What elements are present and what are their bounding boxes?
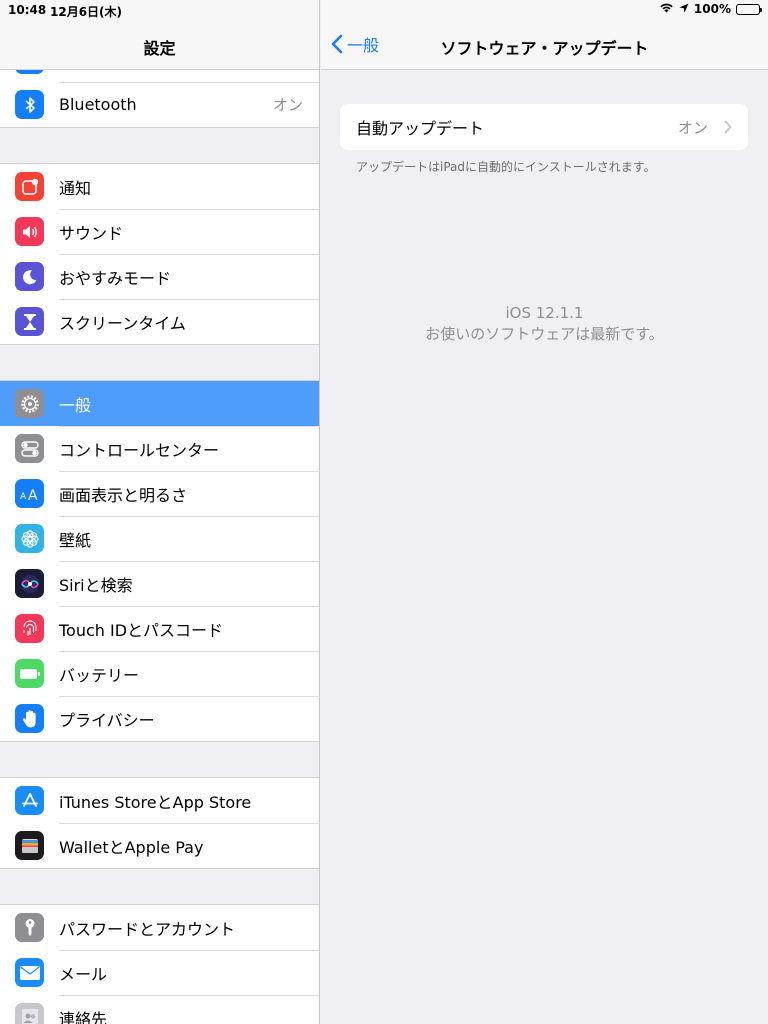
sidebar-item-label: Siriと検索	[59, 575, 133, 595]
battery-percent: 100%	[693, 2, 731, 16]
battery-indicator-icon	[736, 3, 762, 15]
sidebar-item-privacy[interactable]: プライバシー	[0, 696, 319, 741]
svg-text:A: A	[28, 488, 38, 502]
status-time: 10:48	[8, 3, 47, 17]
key-icon	[15, 913, 44, 942]
version-info: iOS 12.1.1 お使いのソフトウェアは最新です。	[321, 303, 768, 345]
chevron-right-icon	[724, 120, 732, 134]
sidebar-item-label: 連絡先	[59, 1009, 108, 1024]
sidebar-item-label: WalletとApple Pay	[59, 837, 204, 857]
ios-version: iOS 12.1.1	[505, 304, 584, 322]
gear-icon	[15, 389, 44, 418]
sidebar-item-wallpaper[interactable]: 壁紙	[0, 516, 319, 561]
sidebar-item-general[interactable]: 一般	[0, 381, 319, 426]
sidebar-item-app-store[interactable]: iTunes StoreとApp Store	[0, 778, 319, 823]
sidebar-item-label: バッテリー	[59, 665, 140, 685]
location-arrow-icon	[679, 2, 689, 16]
group-stores: iTunes StoreとApp Store WalletとApple Pay	[0, 777, 319, 869]
sidebar-item-label: Bluetooth	[59, 95, 137, 114]
sidebar-item-mail[interactable]: メール	[0, 950, 319, 995]
partial-row-icon	[15, 70, 44, 74]
auto-update-footnote: アップデートはiPadに自動的にインストールされます。	[356, 160, 656, 174]
speaker-icon	[15, 217, 44, 246]
app-store-icon	[15, 786, 44, 815]
bluetooth-status-value: オン	[272, 96, 303, 114]
sidebar-item-label: iTunes StoreとApp Store	[59, 792, 252, 812]
sidebar-item-label: コントロールセンター	[59, 440, 220, 460]
status-right: 100%	[659, 2, 762, 16]
group-accounts: パスワードとアカウント メール 連絡先	[0, 904, 319, 1024]
battery-icon	[15, 659, 44, 688]
sidebar-item-partial[interactable]	[0, 70, 319, 82]
sidebar-item-label: サウンド	[59, 223, 124, 243]
status-bar: 10:48 12月6日(木) 100%	[0, 0, 768, 20]
fingerprint-icon	[15, 614, 44, 643]
auto-update-label: 自動アップデート	[356, 119, 485, 138]
settings-sidebar: 設定 Bluetooth オン 通知 サウンド おやすみモード スクリーンタイム…	[0, 0, 320, 1024]
status-date: 12月6日(木)	[50, 5, 123, 19]
notification-icon	[15, 172, 44, 201]
sidebar-item-label: おやすみモード	[59, 268, 172, 288]
sidebar-item-label: 一般	[59, 395, 92, 415]
auto-update-value: オン	[677, 118, 708, 137]
sidebar-item-control-center[interactable]: コントロールセンター	[0, 426, 319, 471]
text-size-icon: AA	[15, 479, 44, 508]
sidebar-item-label: 壁紙	[59, 530, 92, 550]
group-connectivity: Bluetooth オン	[0, 70, 319, 128]
group-general: 一般 コントロールセンター AA 画面表示と明るさ 壁紙 Siriと検索 Tou…	[0, 380, 319, 742]
hand-icon	[15, 704, 44, 733]
siri-icon	[15, 569, 44, 598]
wallet-icon	[15, 831, 44, 860]
sidebar-item-label: 画面表示と明るさ	[59, 485, 188, 505]
sidebar-item-touch-id[interactable]: Touch IDとパスコード	[0, 606, 319, 651]
auto-update-row[interactable]: 自動アップデート オン	[340, 104, 748, 150]
sidebar-item-label: Touch IDとパスコード	[59, 620, 224, 640]
sidebar-item-notifications[interactable]: 通知	[0, 164, 319, 209]
sidebar-item-battery[interactable]: バッテリー	[0, 651, 319, 696]
wifi-icon	[659, 2, 674, 16]
page-title: ソフトウェア・アップデート	[440, 39, 649, 58]
sidebar-item-contacts[interactable]: 連絡先	[0, 995, 319, 1024]
svg-text:A: A	[20, 492, 27, 502]
sidebar-item-label: パスワードとアカウント	[59, 919, 236, 939]
sidebar-scroll-area[interactable]: Bluetooth オン 通知 サウンド おやすみモード スクリーンタイム 一般…	[0, 70, 319, 1024]
sidebar-item-siri-search[interactable]: Siriと検索	[0, 561, 319, 606]
group-notifications: 通知 サウンド おやすみモード スクリーンタイム	[0, 163, 319, 345]
sidebar-item-sounds[interactable]: サウンド	[0, 209, 319, 254]
sidebar-item-label: 通知	[59, 178, 92, 198]
sidebar-item-label: プライバシー	[59, 710, 155, 730]
mail-icon	[15, 958, 44, 987]
moon-icon	[15, 262, 44, 291]
sidebar-title: 設定	[143, 39, 176, 58]
sidebar-item-wallet[interactable]: WalletとApple Pay	[0, 823, 319, 868]
sidebar-item-bluetooth[interactable]: Bluetooth オン	[0, 82, 319, 127]
sidebar-item-label: メール	[59, 964, 108, 984]
sidebar-item-display-brightness[interactable]: AA 画面表示と明るさ	[0, 471, 319, 516]
sidebar-item-label: スクリーンタイム	[59, 313, 186, 333]
sidebar-item-do-not-disturb[interactable]: おやすみモード	[0, 254, 319, 299]
contacts-icon	[15, 1003, 44, 1024]
bluetooth-icon	[15, 90, 44, 119]
flower-icon	[15, 524, 44, 553]
sidebar-item-screen-time[interactable]: スクリーンタイム	[0, 299, 319, 344]
toggles-icon	[15, 434, 44, 463]
hourglass-icon	[15, 307, 44, 336]
up-to-date-message: お使いのソフトウェアは最新です。	[425, 325, 664, 343]
sidebar-item-passwords-accounts[interactable]: パスワードとアカウント	[0, 905, 319, 950]
